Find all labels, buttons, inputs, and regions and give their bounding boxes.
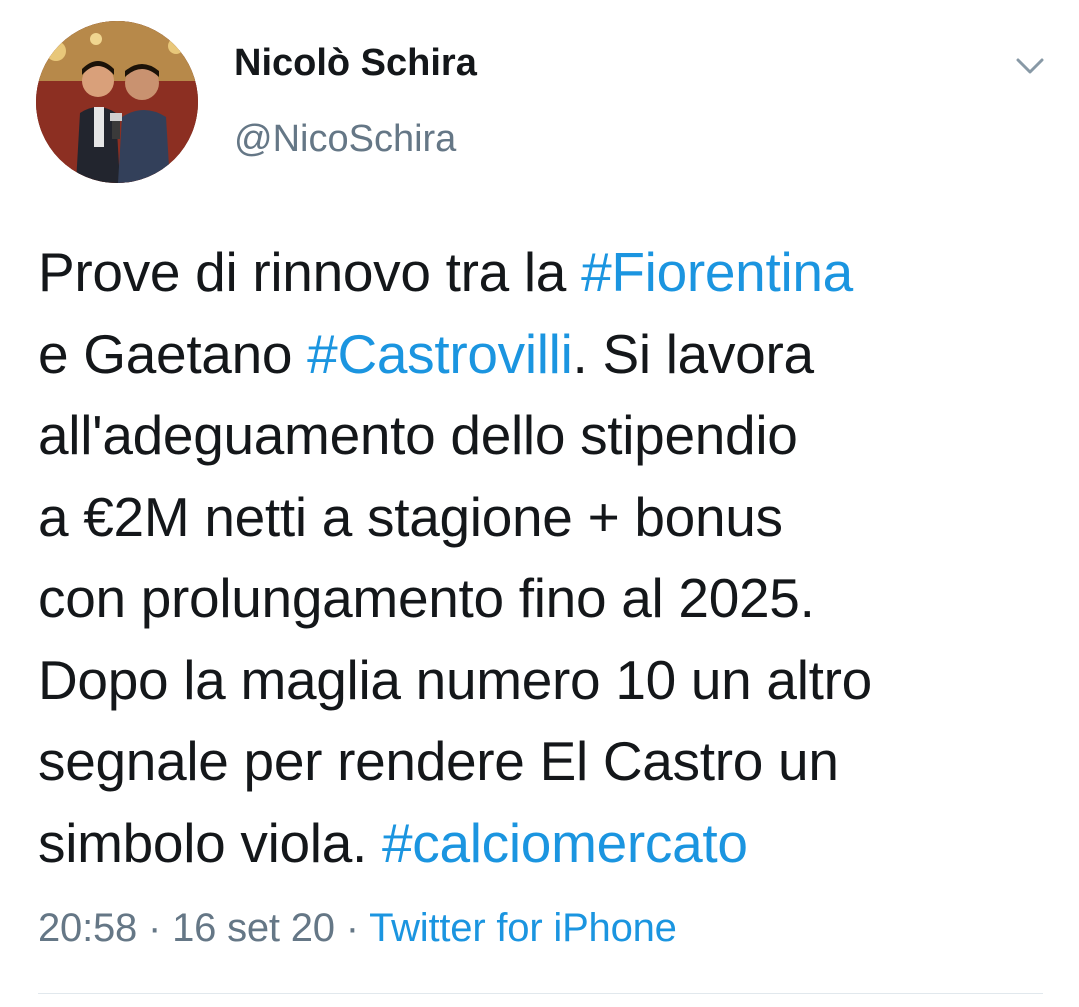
tweet-text-segment: con prolungamento fino al 2025.	[38, 567, 815, 629]
tweet-time[interactable]: 20:58	[38, 906, 137, 950]
tweet-text-line: Dopo la maglia numero 10 un altro	[38, 640, 1068, 722]
tweet-text-line: con prolungamento fino al 2025.	[38, 558, 1068, 640]
username-handle[interactable]: @NicoSchira	[234, 118, 456, 161]
avatar-photo	[36, 21, 198, 183]
tweet-text-line: Prove di rinnovo tra la #Fiorentina	[38, 232, 1068, 314]
tweet-meta: 20:58 · 16 set 20 · Twitter for iPhone	[38, 906, 677, 951]
divider	[38, 993, 1043, 994]
hashtag-link[interactable]: #Castrovilli	[307, 323, 573, 385]
tweet-text-line: a €2M netti a stagione + bonus	[38, 477, 1068, 559]
tweet-text-segment: e Gaetano	[38, 322, 308, 385]
avatar[interactable]	[36, 21, 198, 183]
tweet-text-segment: segnale per rendere El Castro un	[38, 730, 839, 792]
hashtag-link[interactable]: #Fiorentina	[581, 241, 853, 303]
tweet-source-link[interactable]: Twitter for iPhone	[369, 906, 677, 950]
tweet-text-segment: simbolo viola.	[38, 811, 382, 874]
meta-separator: ·	[137, 906, 173, 950]
tweet: Nicolò Schira @NicoSchira Prove di rinno…	[0, 0, 1079, 1007]
tweet-text-segment: Dopo la maglia numero 10 un altro	[38, 648, 872, 711]
tweet-text-line: e Gaetano #Castrovilli. Si lavora	[38, 314, 1068, 396]
tweet-text-segment: . Si lavora	[572, 322, 815, 385]
tweet-text-line: all'adeguamento dello stipendio	[38, 395, 1068, 477]
display-name[interactable]: Nicolò Schira	[234, 42, 477, 85]
tweet-text-line: segnale per rendere El Castro un	[38, 721, 1068, 803]
meta-separator: ·	[334, 906, 370, 950]
tweet-text-segment: a €2M netti a stagione + bonus	[38, 485, 783, 548]
tweet-text-segment: Prove di rinnovo tra la	[38, 241, 582, 303]
tweet-text-segment: all'adeguamento dello stipendio	[38, 404, 798, 466]
tweet-text-line: simbolo viola. #calciomercato	[38, 803, 1068, 885]
tweet-text: Prove di rinnovo tra la #Fiorentina e Gae…	[38, 232, 1068, 884]
chevron-down-icon[interactable]	[1010, 46, 1050, 86]
tweet-date[interactable]: 16 set 20	[172, 906, 335, 950]
hashtag-link[interactable]: #calciomercato	[382, 812, 748, 874]
